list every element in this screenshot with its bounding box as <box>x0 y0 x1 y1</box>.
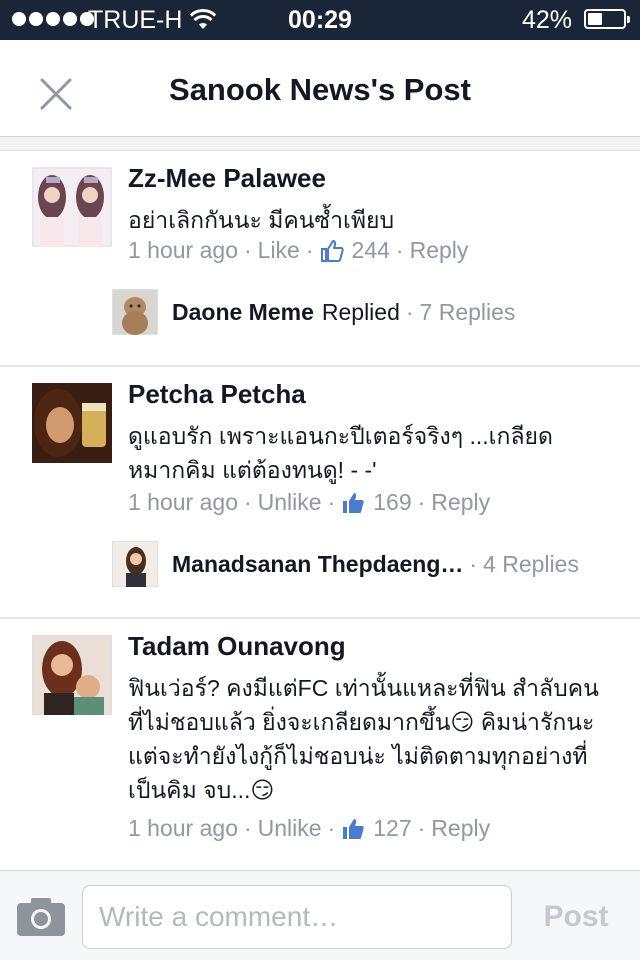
comment-author[interactable]: Tadam Ounavong <box>128 631 346 662</box>
avatar[interactable] <box>32 635 112 715</box>
comment-time: 1 hour ago <box>128 489 238 515</box>
reply-summary[interactable]: Daone Meme Replied · 7 Replies <box>112 289 515 335</box>
comment-composer: Post <box>0 870 640 960</box>
reply-button[interactable]: Reply <box>410 237 469 264</box>
comment-input[interactable] <box>82 885 512 949</box>
comment-text: อย่าเลิกกันนะ มีคนซ้ำเพียบ <box>128 207 395 233</box>
avatar[interactable] <box>32 383 112 463</box>
reply-button[interactable]: Reply <box>431 489 490 516</box>
comment-meta: 1 hour ago · Unlike · 127 · Reply <box>128 815 491 842</box>
camera-icon[interactable] <box>16 897 66 937</box>
comment-item: Tadam Ounavong ฟินเว่อร์? คงมีแต่FC เท่า… <box>0 619 640 871</box>
like-thumb-icon <box>343 492 364 513</box>
comment-item: Petcha Petcha ดูแอบรัก เพราะแอนกะปีเตอร์… <box>0 367 640 619</box>
comment-time: 1 hour ago <box>128 815 238 841</box>
comment-author[interactable]: Petcha Petcha <box>128 379 306 410</box>
comment-author[interactable]: Zz-Mee Palawee <box>128 163 326 194</box>
post-header: Sanook News's Post <box>0 40 640 136</box>
like-button[interactable]: Unlike <box>258 489 322 516</box>
like-count: 127 <box>373 815 412 841</box>
reply-button[interactable]: Reply <box>431 815 490 842</box>
reply-count: 4 Replies <box>483 550 579 577</box>
reply-author: Daone Meme <box>172 298 314 325</box>
comment-meta: 1 hour ago · Like · 244 · Reply <box>128 237 469 264</box>
reply-author: Manadsanan Thepdaeng… <box>172 550 464 577</box>
battery-icon <box>584 9 630 29</box>
reply-summary[interactable]: Manadsanan Thepdaeng… · 4 Replies <box>112 541 579 587</box>
comment-meta: 1 hour ago · Unlike · 169 · Reply <box>128 489 491 516</box>
like-button[interactable]: Like <box>258 237 300 264</box>
header-divider <box>0 136 640 151</box>
avatar <box>112 541 158 587</box>
like-count: 169 <box>373 489 412 515</box>
comment-text: ดูแอบรัก เพราะแอนกะปีเตอร์จริงๆ ...เกลีย… <box>128 423 553 483</box>
reply-verb: Replied <box>321 298 400 325</box>
comment-time: 1 hour ago <box>128 237 238 263</box>
page-title: Sanook News's Post <box>169 72 471 107</box>
avatar[interactable] <box>32 167 112 247</box>
comment-text: ฟินเว่อร์? คงมีแต่FC เท่านั้นแหละที่ฟิน … <box>128 675 599 803</box>
status-bar: TRUE-H 00:29 42% <box>0 0 640 40</box>
comment-list: Zz-Mee Palawee อย่าเลิกกันนะ มีคนซ้ำเพีย… <box>0 151 640 871</box>
comment-item: Zz-Mee Palawee อย่าเลิกกันนะ มีคนซ้ำเพีย… <box>0 151 640 367</box>
reply-count: 7 Replies <box>419 298 516 325</box>
like-thumb-icon <box>320 239 344 262</box>
like-button[interactable]: Unlike <box>258 815 322 842</box>
post-button[interactable]: Post <box>528 895 624 939</box>
like-thumb-icon <box>343 818 364 839</box>
like-count: 244 <box>351 237 390 263</box>
battery-percent: 42% <box>521 6 572 34</box>
avatar <box>112 289 158 335</box>
